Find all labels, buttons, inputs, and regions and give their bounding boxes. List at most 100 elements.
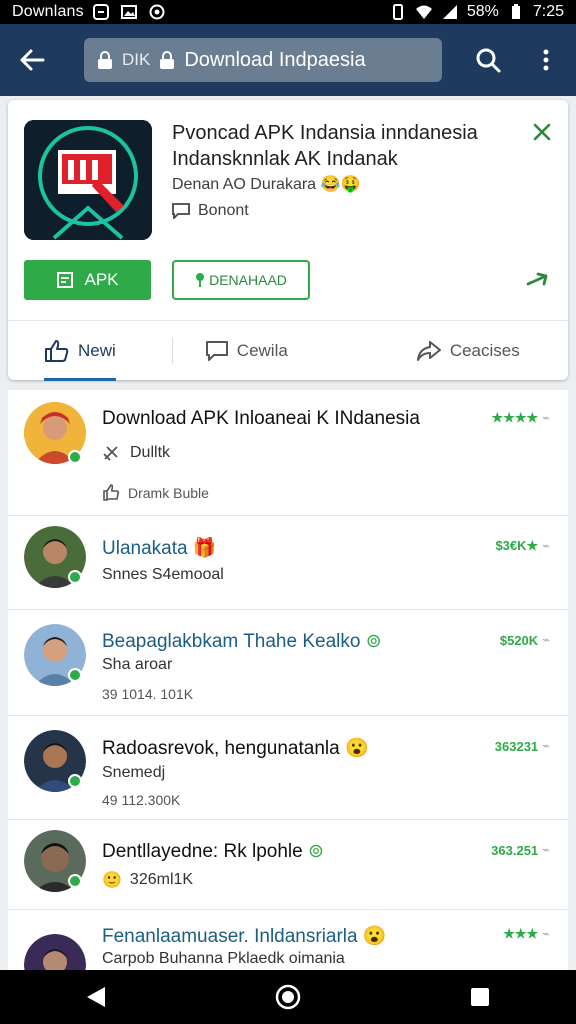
list-item-line2: 39 1014. 101K [102,686,194,702]
online-status-dot [68,874,82,888]
expand-icon: ⌁ [542,538,550,553]
avatar [24,934,86,970]
verified-icon: ⊚ [365,631,382,652]
lock-icon [158,51,176,69]
list-item-value: 363.251 ⌁ [491,842,550,858]
expand-icon: ⌁ [542,926,550,941]
app-detail-card: Pvoncad APK Indansia inndanesia Indanskn… [8,100,568,381]
signal-icon [441,4,459,20]
tab-share-label: Ceacises [449,340,520,360]
sync-icon [148,4,166,20]
gift-icon: 🎁 [192,538,217,559]
rating-stars: ★★★★ ⌁ [492,410,550,426]
back-button[interactable] [0,24,64,96]
wifi-icon [415,4,433,20]
app-subtitle: Denan AO Durakara 😂🤑 [172,174,360,194]
online-status-dot [68,668,82,682]
battery-icon [507,4,525,20]
list-item[interactable]: Dentllayedne: Rk lpohle ⊚ 🙂 326ml1K 363.… [8,820,568,910]
close-button[interactable] [530,120,554,144]
list-item[interactable]: Radoasrevok, hengunatanla 😮 Snemedj 49 1… [8,716,568,820]
list-item-value: $3€K★ ⌁ [495,538,550,554]
app-meta-text: Bonont [198,202,249,219]
list-item-detail: 49 112.300K [102,792,180,808]
download-button[interactable]: DENAHAAD [172,260,310,300]
rating-value: ★★★★ [491,410,539,425]
search-icon [476,48,501,73]
list-item-value-text: 363.251 [491,842,539,858]
list-item[interactable]: Beapaglakbkam Thahe Kealko ⊚ Sha aroar 3… [8,610,568,716]
list-item-title-text: Fenanlaamuaser. Inldansriarla [102,926,358,947]
emoji-icon: 😂🤑 [320,176,361,193]
list-item-subtitle: Dulltk [102,444,170,462]
arrow-right-icon [526,272,548,286]
list-item-subtitle: 🙂 326ml1K [102,870,193,890]
more-options-button[interactable] [518,24,574,96]
list-item-value: $520K ⌁ [500,632,550,648]
file-icon [57,272,74,288]
emoji-icon: 😮 [344,738,369,759]
list-item-title-text: Ulanakata [102,538,188,559]
tab-bar: Newi Cewila Ceacises [8,320,568,381]
url-bar[interactable]: DIK Download Indpaesia [84,38,442,82]
app-developer: Denan AO Durakara [172,176,317,193]
emoji-icon: 😮 [362,926,387,947]
list-item-line1: Snnes S4emooal [102,566,224,583]
list-item-line1: 326ml1K [129,871,194,888]
list-item[interactable]: Download APK Inloaneai K INdanesia Dullt… [8,390,568,516]
rating-value: ★★★ [503,926,539,941]
list-item[interactable]: Fenanlaamuaser. Inldansriarla 😮 Carpob B… [8,910,568,970]
status-bar: Downlans 58% 7:25 [0,0,576,24]
tab-divider [171,337,173,364]
list-item-title: Dentllayedne: Rk lpohle ⊚ [102,840,324,863]
image-icon [120,4,138,20]
back-arrow-icon [20,49,45,71]
list-item-line1: Carpob Buhanna Pklaedk oimania [102,950,345,967]
url-text: Download Indpaesia [184,48,366,71]
tab-share[interactable]: Ceacises [416,321,520,381]
comment-icon [172,203,190,219]
list-item-line1: Sha aroar [102,656,173,673]
app-meta: Bonont [172,202,249,220]
thumbs-up-icon [103,484,120,501]
apk-button[interactable]: APK [24,260,151,300]
back-triangle-icon [87,987,105,1007]
home-circle-icon [275,984,301,1010]
share-icon [416,340,441,361]
app-icon [24,120,152,240]
expand-icon: ⌁ [542,842,550,857]
app-bar: DIK Download Indpaesia [0,24,576,96]
vibrate-icon [389,4,407,20]
lock-icon [96,51,114,69]
expand-icon: ⌁ [542,410,550,425]
nav-home-button[interactable] [258,970,318,1024]
system-nav-bar [0,970,576,1024]
badge-icon: ⊚ [307,841,324,862]
results-list: Download APK Inloaneai K INdanesia Dullt… [8,390,568,970]
list-item-title-text: Dentllayedne: Rk lpohle [102,841,303,862]
app-title: Pvoncad APK Indansia inndanesia Indanskn… [172,122,478,170]
search-button[interactable] [458,24,518,96]
tab-new-label: Newi [78,340,116,360]
more-vert-icon [543,49,549,71]
tab-new[interactable]: Newi [44,321,116,381]
tab-comments[interactable]: Cewila [205,321,288,381]
list-item-line1: Snemedj [102,764,166,781]
nav-recents-button[interactable] [450,970,510,1024]
list-item-title: Download APK Inloaneai K INdanesia [102,408,420,429]
list-item-subtitle: Sha aroar [102,656,172,674]
download-button-label: DENAHAAD [209,272,287,288]
tab-comments-label: Cewila [236,340,288,360]
share-button[interactable] [524,266,552,294]
battery-percentage: 58% [466,3,499,20]
thumbs-up-icon [45,339,69,362]
smile-icon: 🙂 [102,872,122,889]
online-status-dot [68,774,82,788]
list-item-title: Beapaglakbkam Thahe Kealko ⊚ [102,630,382,653]
nav-back-button[interactable] [66,970,126,1024]
list-item-value-text: $520K [499,632,539,648]
tools-icon [103,446,118,461]
list-item-line2: Dramk Buble [128,485,209,501]
list-item-detail: 39 1014. 101K [102,686,193,702]
list-item[interactable]: Ulanakata 🎁 Snnes S4emooal $3€K★ ⌁ [8,516,568,610]
